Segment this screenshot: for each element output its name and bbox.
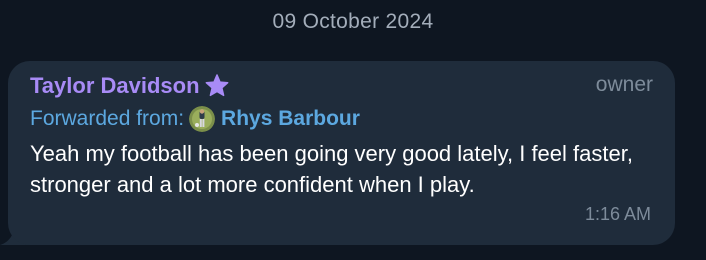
sender-row: Taylor Davidson owner [30,70,653,102]
role-badge: owner [595,73,653,96]
message-text: Yeah my football has been going very goo… [30,141,633,197]
message-timestamp: 1:16 AM [584,204,651,224]
star-icon [205,74,228,97]
forward-header: Forwarded from: Rhys Barbour [30,103,360,135]
forward-label: Forwarded from: [30,107,185,130]
sender-name[interactable]: Taylor Davidson [30,73,200,99]
avatar-photo-icon [189,106,216,132]
forward-avatar[interactable] [189,106,216,132]
forward-source-name[interactable]: Rhys Barbour [221,107,360,131]
date-separator-label: 09 October 2024 [272,10,434,33]
message-bubble[interactable]: Taylor Davidson owner Forwarded from: Rh… [8,61,675,245]
date-separator: 09 October 2024 [0,4,706,40]
